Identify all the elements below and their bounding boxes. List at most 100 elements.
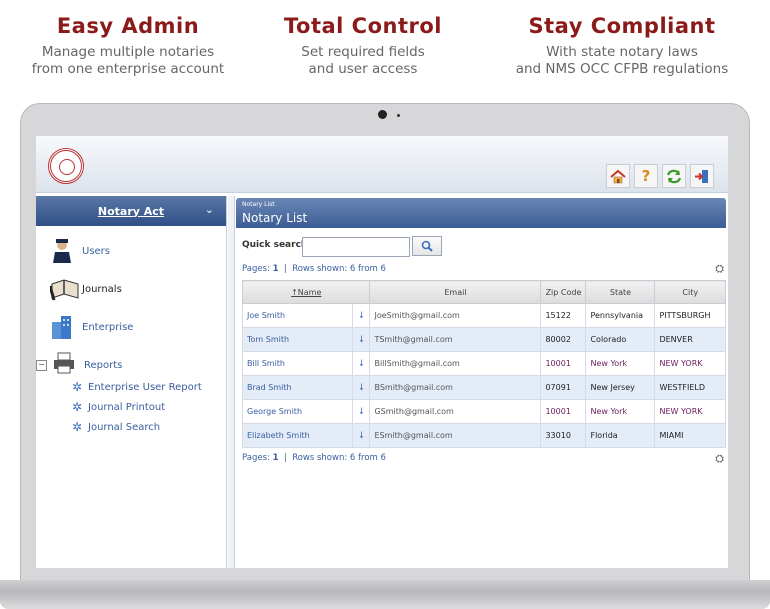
- sidebar-header-label: Notary Act: [97, 204, 165, 218]
- main-panel: Notary List Notary List Quick search Pag…: [236, 198, 726, 568]
- zip-cell: 80002: [540, 327, 587, 352]
- city-cell: NEW YORK: [654, 399, 726, 424]
- sort-arrow-icon: 🠗: [352, 375, 371, 400]
- sidebar-item-label: Enterprise: [82, 321, 134, 333]
- printer-icon: [52, 352, 76, 378]
- email-cell: BSmith@gmail.com: [369, 375, 542, 400]
- quick-search-label: Quick search: [242, 240, 308, 250]
- sidebar-subitem-label: Enterprise User Report: [88, 381, 202, 393]
- sidebar: Notary Act ⌄ Users Journals Enterprise −: [36, 196, 227, 568]
- page-link[interactable]: 1: [273, 264, 279, 274]
- column-header-zip[interactable]: Zip Code: [540, 280, 587, 304]
- city-cell: WESTFIELD: [654, 375, 726, 400]
- logout-icon[interactable]: [690, 164, 714, 188]
- table-row[interactable]: Tom Smith 🠗 TSmith@gmail.com 80002 Colorado D…: [241, 327, 726, 352]
- table-row[interactable]: Elizabeth Smith 🠗 ESmith@gmail.com 33010 Flo…: [241, 423, 726, 448]
- name-cell[interactable]: Brad Smith: [241, 375, 354, 400]
- home-icon[interactable]: [606, 164, 630, 188]
- feature-easy-admin: Easy Admin Manage multiple notaries from …: [0, 14, 256, 78]
- email-cell: TSmith@gmail.com: [369, 327, 542, 352]
- sidebar-subitem-enterprise-user-report[interactable]: ✲ Enterprise User Report: [72, 381, 202, 393]
- gear-icon: ✲: [72, 420, 83, 434]
- laptop-base: [0, 580, 770, 609]
- email-cell: ESmith@gmail.com: [369, 423, 542, 448]
- zip-cell: 33010: [540, 423, 587, 448]
- sidebar-header[interactable]: Notary Act ⌄: [36, 196, 226, 226]
- city-cell: PITTSBURGH: [654, 303, 726, 328]
- quick-search-input[interactable]: [302, 237, 410, 257]
- column-header-email[interactable]: Email: [369, 280, 542, 304]
- page-title: Notary List: [242, 211, 308, 225]
- table-header-row: ↑Name Email Zip Code State City: [241, 280, 726, 304]
- feature-banner: Easy Admin Manage multiple notaries from …: [0, 0, 770, 100]
- sidebar-item-label: Journals: [82, 283, 122, 295]
- user-icon: [50, 238, 74, 264]
- sidebar-item-enterprise[interactable]: Enterprise: [50, 314, 133, 340]
- feature-description: Set required fields and user access: [301, 44, 425, 77]
- export-icon[interactable]: ⛭: [715, 262, 724, 276]
- gear-icon: ✲: [72, 380, 83, 394]
- export-icon[interactable]: ⛭: [715, 452, 724, 466]
- help-icon[interactable]: ?: [634, 164, 658, 188]
- name-cell[interactable]: Elizabeth Smith: [241, 423, 354, 448]
- sidebar-item-journals[interactable]: Journals: [48, 276, 122, 302]
- state-cell: Colorado: [585, 327, 656, 352]
- camera-light: [397, 114, 400, 117]
- sidebar-subitem-journal-printout[interactable]: ✲ Journal Printout: [72, 401, 165, 413]
- sidebar-item-users[interactable]: Users: [50, 238, 110, 264]
- table-row[interactable]: Bill Smith 🠗 BillSmith@gmail.com 10001 New Y…: [241, 351, 726, 376]
- app-header: ?: [36, 136, 728, 193]
- notary-table: ↑Name Email Zip Code State City Joe Smit…: [241, 280, 726, 448]
- chevron-down-icon[interactable]: ⌄: [205, 203, 214, 216]
- sort-arrow-icon: 🠗: [352, 303, 371, 328]
- email-cell: GSmith@gmail.com: [369, 399, 542, 424]
- column-header-city[interactable]: City: [654, 280, 726, 304]
- feature-description: With state notary laws and NMS OCC CFPB r…: [515, 44, 729, 77]
- city-cell: MIAMI: [654, 423, 726, 448]
- pager-bottom: Pages: 1 | Rows shown: 6 from 6: [242, 453, 386, 463]
- zip-cell: 15122: [540, 303, 587, 328]
- city-cell: NEW YORK: [654, 351, 726, 376]
- name-cell[interactable]: George Smith: [241, 399, 354, 424]
- zip-cell: 07091: [540, 375, 587, 400]
- sort-arrow-icon: 🠗: [352, 351, 371, 376]
- name-cell[interactable]: Tom Smith: [241, 327, 354, 352]
- sidebar-item-label: Users: [82, 245, 111, 257]
- feature-title: Stay Compliant: [528, 14, 716, 38]
- page-link[interactable]: 1: [273, 453, 279, 463]
- column-header-name[interactable]: ↑Name: [241, 280, 371, 304]
- state-cell: Pennsylvania: [585, 303, 656, 328]
- sidebar-subitem-journal-search[interactable]: ✲ Journal Search: [72, 421, 160, 433]
- state-cell: New York: [585, 399, 656, 424]
- state-cell: New Jersey: [585, 375, 656, 400]
- refresh-icon[interactable]: [662, 164, 686, 188]
- panel-splitter[interactable]: [228, 196, 235, 568]
- search-button[interactable]: [412, 236, 442, 256]
- breadcrumb: Notary List: [242, 201, 275, 208]
- app-screen: ? Notary Act ⌄ Users Journals Enterprise…: [36, 136, 728, 568]
- table-row[interactable]: Brad Smith 🠗 BSmith@gmail.com 07091 New Jers…: [241, 375, 726, 400]
- zip-cell: 10001: [540, 399, 587, 424]
- email-cell: JoeSmith@gmail.com: [369, 303, 542, 328]
- collapse-icon[interactable]: −: [36, 359, 47, 371]
- email-cell: BillSmith@gmail.com: [369, 351, 542, 376]
- camera-icon: [378, 110, 387, 119]
- search-icon: [421, 240, 433, 252]
- sidebar-item-reports[interactable]: − Reports: [36, 352, 122, 378]
- sidebar-subitem-label: Journal Search: [88, 421, 161, 433]
- table-row[interactable]: George Smith 🠗 GSmith@gmail.com 10001 New Yo…: [241, 399, 726, 424]
- state-cell: Florida: [585, 423, 656, 448]
- state-cell: New York: [585, 351, 656, 376]
- pager-top: Pages: 1 | Rows shown: 6 from 6: [242, 264, 386, 274]
- name-cell[interactable]: Joe Smith: [241, 303, 354, 328]
- column-header-state[interactable]: State: [585, 280, 656, 304]
- main-header: Notary List Notary List: [236, 198, 726, 228]
- sort-arrow-icon: 🠗: [352, 399, 371, 424]
- name-cell[interactable]: Bill Smith: [241, 351, 354, 376]
- feature-stay-compliant: Stay Compliant With state notary laws and…: [494, 14, 750, 78]
- sidebar-item-label: Reports: [84, 359, 123, 371]
- feature-description: Manage multiple notaries from one enterpr…: [31, 44, 225, 77]
- enterprise-icon: [50, 314, 74, 340]
- sort-arrow-icon: 🠗: [352, 327, 371, 352]
- table-row[interactable]: Joe Smith 🠗 JoeSmith@gmail.com 15122 Pennsyl…: [241, 303, 726, 328]
